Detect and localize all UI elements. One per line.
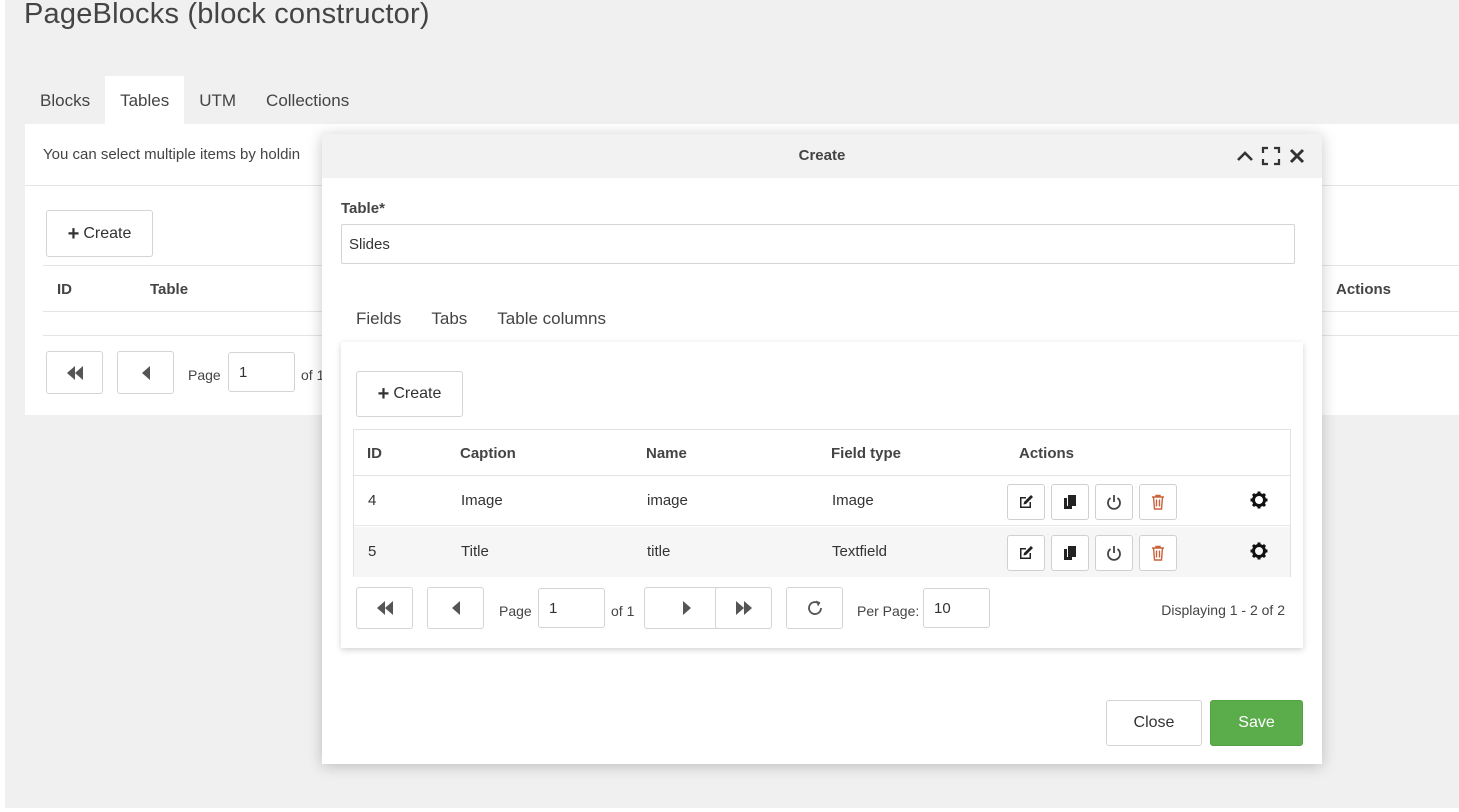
fields-grid-header: ID Caption Name Field type Actions (354, 430, 1290, 476)
column-name[interactable]: Name (646, 445, 687, 462)
cell-id: 4 (368, 492, 377, 509)
close-icon[interactable] (1287, 146, 1307, 166)
page-label: Page (499, 603, 532, 619)
table-row[interactable]: 5 Title title Textfield (354, 527, 1290, 577)
plus-icon: + (377, 383, 390, 405)
delete-button[interactable] (1139, 535, 1177, 571)
edit-icon (1020, 546, 1033, 559)
tab-tables[interactable]: Tables (105, 76, 185, 124)
fields-panel: + Create ID Caption Name Field type Acti… (341, 342, 1303, 648)
chevron-up-icon[interactable] (1235, 146, 1255, 166)
refresh-icon (807, 600, 822, 615)
create-table-button[interactable]: + Create (46, 210, 153, 257)
column-caption[interactable]: Caption (460, 445, 516, 462)
main-tabs: Blocks Tables UTM Collections (25, 76, 364, 124)
edit-button[interactable] (1007, 484, 1045, 520)
cell-caption: Image (461, 492, 503, 509)
copy-button[interactable] (1051, 484, 1089, 520)
column-id[interactable]: ID (367, 445, 382, 462)
maximize-icon[interactable] (1261, 146, 1281, 166)
tab-fields[interactable]: Fields (341, 296, 417, 342)
page-count: of 1 (611, 603, 635, 619)
tab-utm[interactable]: UTM (184, 76, 251, 124)
power-icon (1107, 546, 1121, 561)
copy-icon (1064, 546, 1076, 560)
table-row[interactable]: 4 Image image Image (354, 476, 1290, 526)
dialog-header: Create (322, 134, 1322, 178)
double-chevron-right-icon (735, 601, 752, 615)
refresh-button[interactable] (786, 587, 843, 629)
create-field-label: Create (393, 385, 442, 402)
cell-field-type: Image (832, 492, 874, 509)
delete-button[interactable] (1139, 484, 1177, 520)
page-input[interactable]: 1 (228, 352, 295, 392)
cell-caption: Title (461, 543, 489, 560)
first-page-button[interactable] (46, 351, 103, 394)
create-table-label: Create (83, 224, 132, 242)
save-button[interactable]: Save (1210, 700, 1303, 746)
chevron-left-icon (141, 365, 150, 380)
page-count: of 1 (301, 367, 325, 383)
create-dialog: Create Table* Fields Tabs Table columns … (322, 134, 1322, 764)
double-chevron-left-icon (376, 601, 393, 615)
page-input[interactable]: 1 (538, 588, 605, 628)
chevron-left-icon (451, 601, 460, 615)
tab-blocks[interactable]: Blocks (25, 76, 105, 124)
selection-hint: You can select multiple items by holdin (43, 146, 301, 163)
copy-icon (1064, 495, 1076, 509)
page-label: Page (188, 367, 221, 383)
copy-button[interactable] (1051, 535, 1089, 571)
page-title: PageBlocks (block constructor) (24, 0, 430, 30)
page-bottom-strip (0, 808, 1459, 812)
column-table[interactable]: Table (150, 281, 188, 298)
gear-icon[interactable] (1250, 542, 1268, 560)
displaying-info: Displaying 1 - 2 of 2 (1161, 602, 1285, 618)
cell-field-type: Textfield (832, 543, 888, 560)
edit-button[interactable] (1007, 535, 1045, 571)
per-page-input[interactable]: 10 (923, 588, 990, 628)
cell-name: title (647, 543, 671, 560)
close-button[interactable]: Close (1106, 700, 1202, 746)
create-field-button[interactable]: + Create (356, 371, 463, 417)
toggle-button[interactable] (1095, 484, 1133, 520)
trash-icon (1152, 545, 1164, 561)
gear-icon[interactable] (1250, 491, 1268, 509)
prev-page-button[interactable] (427, 587, 484, 629)
double-chevron-left-icon (66, 365, 83, 380)
dialog-tabs: Fields Tabs Table columns (341, 296, 621, 342)
column-actions: Actions (1336, 281, 1392, 298)
cell-id: 5 (368, 543, 377, 560)
trash-icon (1152, 494, 1164, 510)
last-page-button[interactable] (715, 587, 772, 629)
fields-grid: ID Caption Name Field type Actions 4 Ima… (353, 429, 1291, 577)
power-icon (1107, 495, 1121, 510)
per-page-label: Per Page: (857, 603, 920, 619)
table-field-label: Table* (341, 200, 385, 217)
cell-name: image (647, 492, 688, 509)
chevron-right-icon (682, 601, 691, 615)
dialog-title: Create (798, 147, 846, 164)
first-page-button[interactable] (356, 587, 413, 629)
plus-icon: + (67, 222, 80, 245)
column-actions: Actions (1019, 445, 1075, 462)
tab-collections[interactable]: Collections (251, 76, 364, 124)
edit-icon (1020, 495, 1033, 508)
tab-table-columns[interactable]: Table columns (482, 296, 621, 342)
toggle-button[interactable] (1095, 535, 1133, 571)
tab-tabs[interactable]: Tabs (416, 296, 482, 342)
table-name-input[interactable] (341, 224, 1295, 264)
prev-page-button[interactable] (117, 351, 174, 394)
column-id[interactable]: ID (57, 281, 72, 298)
column-field-type[interactable]: Field type (831, 445, 901, 462)
